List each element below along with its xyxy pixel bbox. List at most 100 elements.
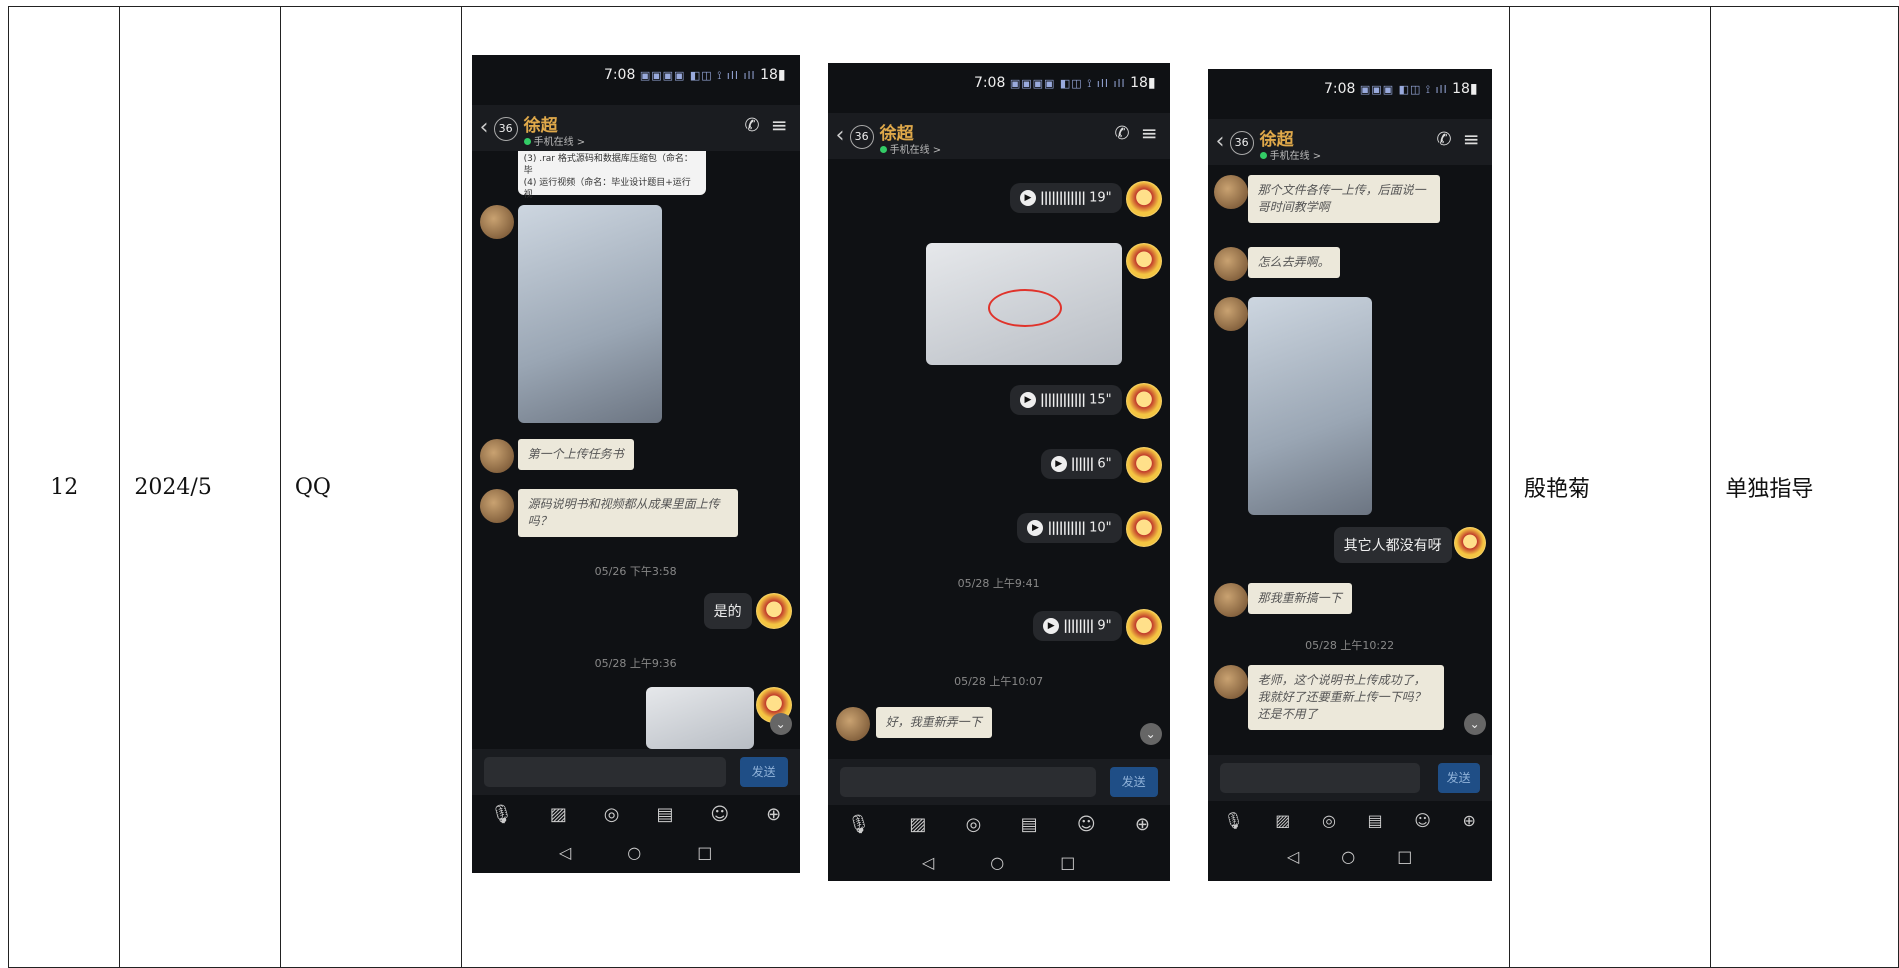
avatar — [755, 593, 792, 629]
voice-message[interactable]: ▶ |||||||| 9" — [1033, 611, 1122, 641]
back-icon[interactable]: ‹ — [1216, 129, 1225, 154]
plus-icon[interactable]: ⊕ — [766, 804, 781, 825]
system-navbar: ◁ ○ □ — [472, 837, 800, 867]
voice-message[interactable]: ▶ |||||||||| 10" — [1017, 513, 1122, 543]
unread-badge: 36 — [849, 125, 874, 149]
send-button[interactable]: 发送 — [739, 757, 788, 787]
avatar — [479, 489, 514, 523]
avatar — [479, 205, 514, 239]
doc-snippet: (3) .rar 格式源码和数据库压缩包（命名：毕 (4) 运行视频（命名：毕业设… — [517, 151, 706, 200]
nav-recent-icon[interactable]: □ — [697, 843, 712, 862]
image-icon[interactable]: ▨ — [550, 804, 567, 825]
avatar — [1453, 527, 1486, 559]
image-icon[interactable]: ▨ — [1275, 811, 1290, 830]
teacher-cell: 殷艳菊 — [1508, 6, 1712, 968]
send-button[interactable]: 发送 — [1109, 767, 1158, 797]
emoji-icon[interactable]: ☺ — [1414, 811, 1431, 830]
microphone-icon[interactable]: 🎙 — [1223, 811, 1243, 830]
toolbar: 🎙 ▨ ◎ ▤ ☺ ⊕ — [828, 807, 1170, 841]
nav-back-icon[interactable]: ◁ — [922, 853, 934, 872]
avatar — [1125, 383, 1162, 419]
chat-header: ‹ 36 徐超 手机在线 > ✆ ≡ — [1207, 119, 1492, 165]
image-message[interactable] — [645, 687, 754, 749]
avatar — [1125, 447, 1162, 483]
message-bubble: 源码说明书和视频都从成果里面上传吗？ — [517, 489, 738, 537]
image-icon[interactable]: ▨ — [909, 814, 926, 835]
voice-message[interactable]: ▶ |||||| 6" — [1040, 449, 1122, 479]
red-circle-annotation — [987, 289, 1062, 327]
chat-screenshot-1: 7:08 ▣▣▣▣ ◧◫ ⟟ ıll ıll 18▮ ‹ 36 徐超 手机在线 … — [471, 55, 800, 873]
emoji-icon[interactable]: ☺ — [1077, 814, 1096, 835]
my-message-bubble: 其它人都没有呀 — [1333, 527, 1452, 563]
menu-icon[interactable]: ≡ — [1141, 121, 1158, 145]
avatar — [1213, 583, 1248, 617]
status-bar: 7:08 ▣▣▣▣ ◧◫ ⟟ ıll ıll 18▮ — [973, 75, 1156, 91]
row-index: 12 — [50, 474, 79, 500]
scroll-down-icon[interactable]: ⌄ — [1139, 723, 1162, 745]
message-bubble: 第一个上传任务书 — [517, 439, 634, 470]
unread-badge: 36 — [1229, 131, 1254, 155]
avatar — [1213, 297, 1248, 331]
row-platform: QQ — [294, 474, 331, 500]
menu-icon[interactable]: ≡ — [771, 113, 788, 137]
image-message[interactable] — [1247, 297, 1372, 515]
message-bubble: 怎么去弄啊。 — [1247, 247, 1340, 278]
scroll-down-icon[interactable]: ⌄ — [769, 713, 792, 735]
image-message[interactable] — [925, 243, 1122, 365]
avatar — [1125, 609, 1162, 645]
toolbar: 🎙 ▨ ◎ ▤ ☺ ⊕ — [1208, 803, 1492, 837]
voice-message[interactable]: ▶ |||||||||||| 19" — [1009, 183, 1122, 213]
nav-home-icon[interactable]: ○ — [627, 843, 641, 862]
scroll-down-icon[interactable]: ⌄ — [1463, 713, 1486, 735]
message-input[interactable] — [839, 767, 1096, 797]
microphone-icon[interactable]: 🎙 — [490, 804, 513, 825]
nav-recent-icon[interactable]: □ — [1060, 853, 1075, 872]
nav-back-icon[interactable]: ◁ — [1287, 847, 1299, 866]
teacher-name: 殷艳菊 — [1523, 477, 1590, 502]
plus-icon[interactable]: ⊕ — [1462, 811, 1475, 830]
method-cell: 单独指导 — [1710, 6, 1899, 968]
voice-message[interactable]: ▶ |||||||||||| 15" — [1009, 385, 1122, 415]
phone-icon[interactable]: ✆ — [1115, 123, 1130, 144]
avatar — [1125, 511, 1162, 547]
nav-recent-icon[interactable]: □ — [1397, 847, 1412, 866]
folder-icon[interactable]: ▤ — [656, 804, 673, 825]
online-status: 手机在线 > — [879, 141, 941, 156]
back-icon[interactable]: ‹ — [480, 115, 489, 140]
message-bubble: 好，我重新弄一下 — [875, 707, 992, 738]
camera-icon[interactable]: ◎ — [1322, 811, 1336, 830]
menu-icon[interactable]: ≡ — [1463, 127, 1480, 151]
avatar — [1125, 181, 1162, 217]
platform-cell: QQ — [279, 6, 462, 968]
unread-badge: 36 — [493, 117, 518, 141]
phone-icon[interactable]: ✆ — [1437, 129, 1452, 150]
timestamp: 05/28 上午10:07 — [954, 675, 1044, 688]
online-status: 手机在线 > — [1259, 147, 1321, 162]
emoji-icon[interactable]: ☺ — [710, 804, 729, 825]
phone-icon[interactable]: ✆ — [745, 115, 760, 136]
timestamp: 05/28 上午9:41 — [957, 577, 1040, 590]
avatar — [1125, 243, 1162, 279]
message-input[interactable] — [483, 757, 726, 787]
camera-icon[interactable]: ◎ — [966, 814, 982, 835]
camera-icon[interactable]: ◎ — [604, 804, 620, 825]
nav-home-icon[interactable]: ○ — [1341, 847, 1355, 866]
timestamp: 05/26 下午3:58 — [594, 565, 677, 578]
my-message-bubble: 是的 — [703, 593, 752, 629]
avatar — [1213, 665, 1248, 699]
back-icon[interactable]: ‹ — [836, 123, 845, 148]
folder-icon[interactable]: ▤ — [1021, 814, 1038, 835]
microphone-icon[interactable]: 🎙 — [847, 814, 870, 835]
plus-icon[interactable]: ⊕ — [1135, 814, 1150, 835]
input-bar: 发送 — [471, 749, 800, 795]
input-bar: 发送 — [1207, 755, 1492, 801]
nav-back-icon[interactable]: ◁ — [559, 843, 571, 862]
chat-header: ‹ 36 徐超 手机在线 > ✆ ≡ — [471, 105, 800, 151]
chat-header: ‹ 36 徐超 手机在线 > ✆ ≡ — [827, 113, 1170, 159]
folder-icon[interactable]: ▤ — [1368, 811, 1383, 830]
image-message[interactable] — [517, 205, 662, 423]
send-button[interactable]: 发送 — [1437, 763, 1480, 793]
system-navbar: ◁ ○ □ — [1208, 841, 1492, 871]
message-input[interactable] — [1219, 763, 1420, 793]
nav-home-icon[interactable]: ○ — [990, 853, 1004, 872]
